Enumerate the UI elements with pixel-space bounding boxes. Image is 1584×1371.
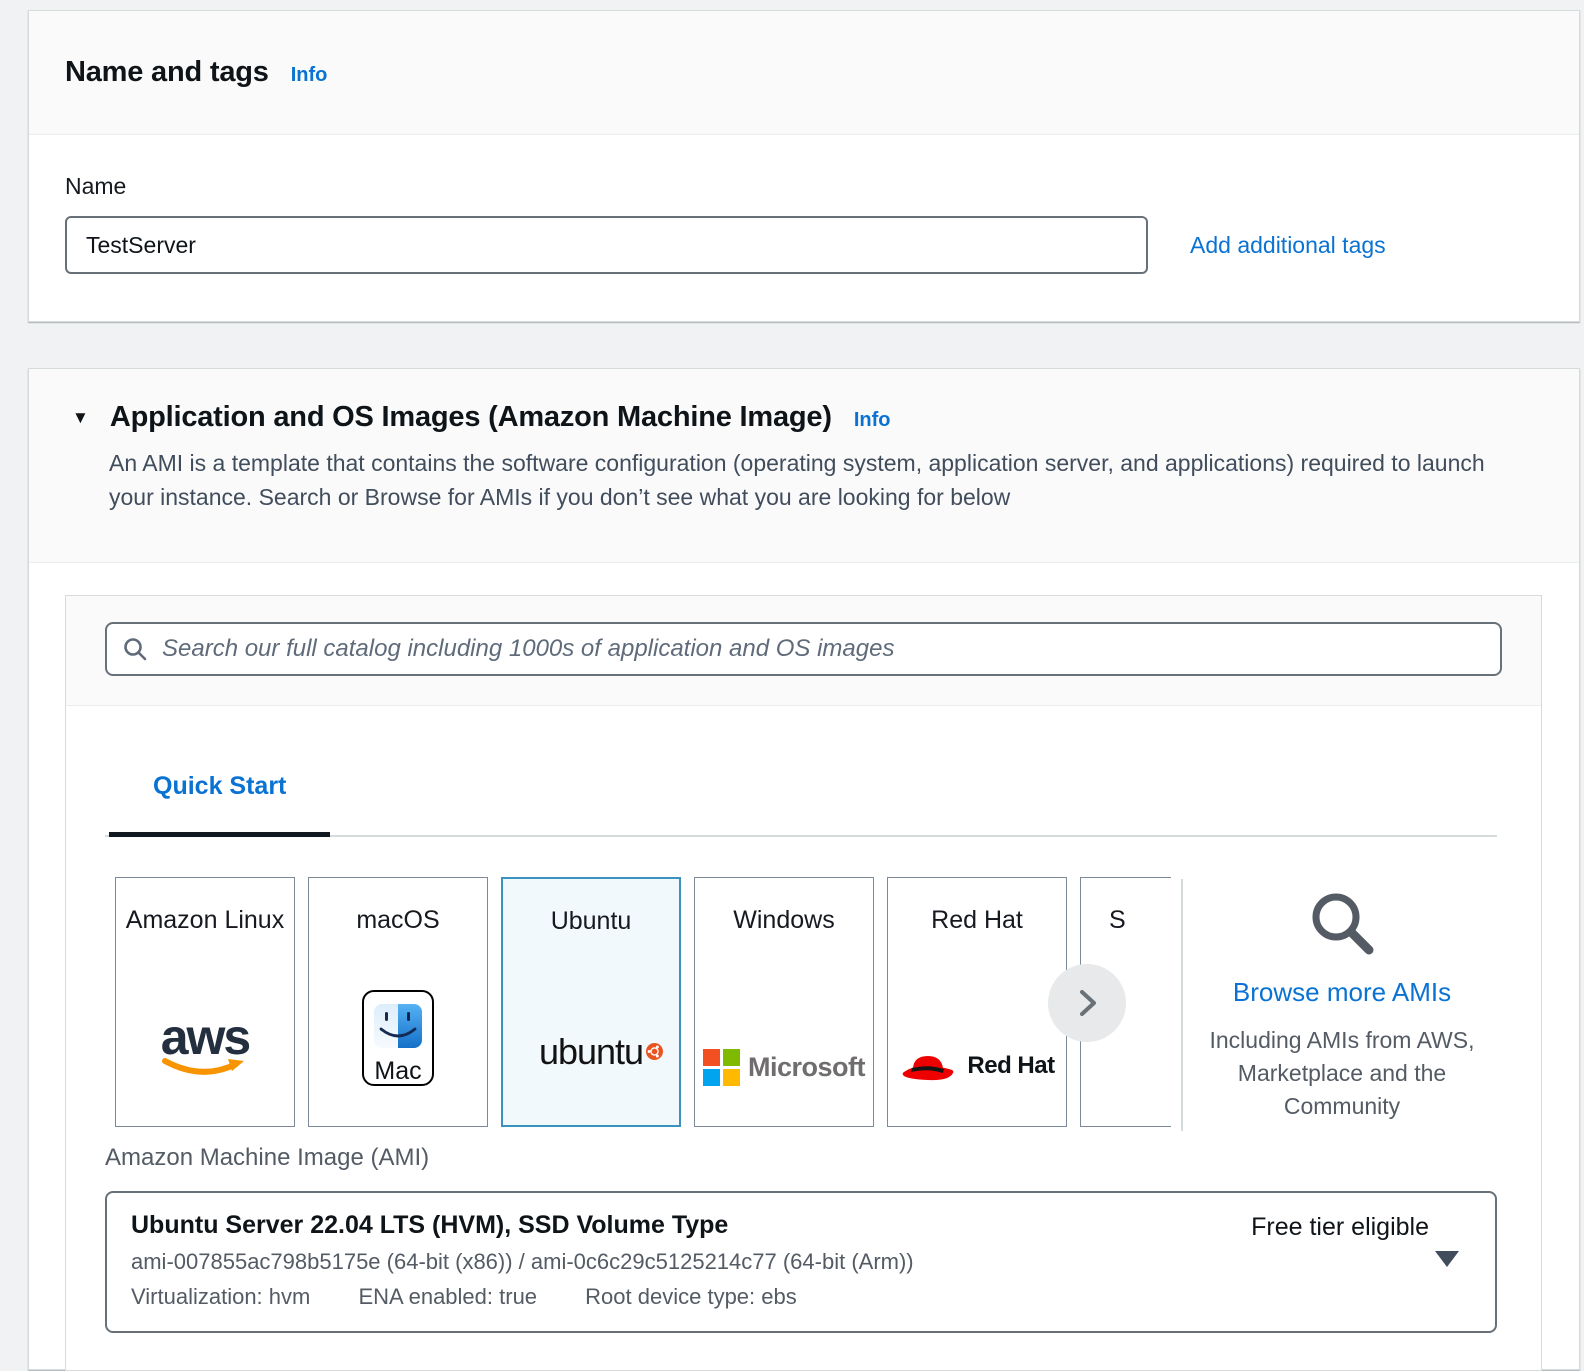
microsoft-logo: Microsoft (695, 1049, 873, 1086)
dropdown-caret-icon (1435, 1251, 1459, 1267)
os-card-label: Red Hat (888, 904, 1066, 936)
finder-face-icon (374, 1004, 422, 1048)
ami-chooser-body: Quick Start Amazon Linux aws macOS (66, 706, 1541, 1370)
name-and-tags-content: Name Add additional tags (29, 135, 1579, 274)
ami-info-link[interactable]: Info (854, 409, 891, 432)
tab-quick-start[interactable]: Quick Start (109, 772, 330, 837)
ami-section-description: An AMI is a template that contains the s… (109, 446, 1509, 514)
ami-detail-line: Virtualization: hvm ENA enabled: true Ro… (131, 1284, 1471, 1310)
mac-icon: Mac (309, 990, 487, 1086)
ami-search-box[interactable] (105, 622, 1502, 676)
ami-root-device-type: Root device type: ebs (585, 1284, 797, 1309)
browse-search-icon (1303, 884, 1381, 962)
ubuntu-circle-of-friends-icon (646, 1027, 663, 1069)
os-card-label: Windows (695, 904, 873, 936)
os-cards-strip: Amazon Linux aws macOS (115, 877, 1171, 1131)
application-os-images-header: ▼ Application and OS Images (Amazon Mach… (29, 369, 1579, 563)
ami-chooser-container: Quick Start Amazon Linux aws macOS (65, 595, 1542, 1371)
aws-logo: aws (116, 1017, 294, 1086)
page-section-title: Name and tags (65, 56, 269, 89)
ubuntu-logo: ubuntu (503, 1031, 679, 1073)
name-and-tags-panel: Name and tags Info Name Add additional t… (28, 10, 1580, 322)
ami-id-line: ami-007855ac798b5175e (64-bit (x86)) / a… (131, 1249, 1471, 1275)
chevron-right-icon (1069, 985, 1105, 1021)
ami-search-bar (66, 596, 1541, 706)
ami-ena-enabled: ENA enabled: true (358, 1284, 537, 1309)
name-input[interactable] (65, 216, 1148, 274)
cards-browse-divider (1181, 879, 1183, 1131)
ami-select-dropdown[interactable]: Ubuntu Server 22.04 LTS (HVM), SSD Volum… (105, 1191, 1497, 1333)
redhat-logo: Red Hat (888, 1046, 1066, 1086)
search-icon (122, 636, 148, 662)
ami-section-title: Application and OS Images (Amazon Machin… (110, 401, 832, 434)
name-field-label: Name (65, 173, 1543, 200)
ami-tabs: Quick Start (105, 772, 1497, 837)
ami-select-label: Amazon Machine Image (AMI) (105, 1144, 429, 1172)
browse-more-amis-link[interactable]: Browse more AMIs (1184, 977, 1500, 1008)
add-additional-tags-link[interactable]: Add additional tags (1190, 232, 1386, 259)
os-card-windows[interactable]: Windows Microsoft (694, 877, 874, 1127)
os-card-red-hat[interactable]: Red Hat Red Hat (887, 877, 1067, 1127)
browse-more-amis-section: Browse more AMIs Including AMIs from AWS… (1184, 884, 1500, 1123)
os-card-ubuntu[interactable]: Ubuntu ubuntu (501, 877, 681, 1127)
scroll-cards-right-button[interactable] (1048, 964, 1126, 1042)
collapse-triangle-icon[interactable]: ▼ (72, 408, 89, 428)
name-tags-info-link[interactable]: Info (291, 64, 328, 87)
free-tier-badge: Free tier eligible (1251, 1213, 1429, 1242)
os-card-macos[interactable]: macOS (308, 877, 488, 1127)
name-and-tags-header: Name and tags Info (29, 11, 1579, 135)
os-card-amazon-linux[interactable]: Amazon Linux aws (115, 877, 295, 1127)
browse-more-amis-subtext: Including AMIs from AWS, Marketplace and… (1184, 1024, 1500, 1123)
microsoft-squares-icon (703, 1049, 740, 1086)
os-card-label: S (1081, 904, 1171, 936)
ami-search-input[interactable] (160, 634, 1485, 664)
os-card-label: Ubuntu (503, 905, 679, 937)
os-card-label: macOS (309, 904, 487, 936)
os-card-label: Amazon Linux (116, 904, 294, 936)
aws-smile-icon (162, 1057, 248, 1081)
redhat-fedora-icon (899, 1046, 957, 1086)
ami-virtualization: Virtualization: hvm (131, 1284, 310, 1309)
